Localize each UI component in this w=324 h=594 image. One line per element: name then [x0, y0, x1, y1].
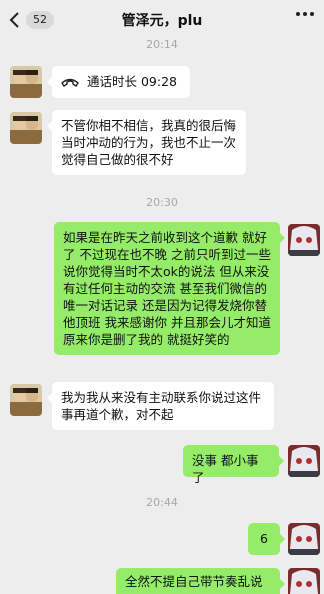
message-bubble[interactable]: 如果是在昨天之前收到这个道歉 就好了 不过现在也不晚 之前只听到过一些说你觉得当…	[54, 222, 285, 355]
self-avatar[interactable]	[288, 523, 320, 555]
message-bubble[interactable]: 6	[248, 523, 285, 555]
timestamp: 20:30	[146, 196, 178, 209]
message-bubble[interactable]: 没事 都小事了	[183, 445, 284, 485]
anime-avatar-image	[288, 523, 320, 555]
avatar[interactable]	[10, 112, 42, 144]
contact-avatar-image	[10, 112, 42, 144]
anime-avatar-image	[288, 568, 320, 594]
avatar[interactable]	[10, 66, 42, 98]
message-bubble[interactable]: 不管你相不相信，我真的很后悔当时冲动的行为，我也不止一次觉得自己做的很不好	[47, 110, 246, 175]
self-avatar[interactable]	[288, 568, 320, 594]
chat-title: 管泽元，plu	[121, 13, 203, 29]
anime-avatar-image	[288, 224, 320, 256]
call-duration-text: 通话时长 09:28	[87, 74, 177, 89]
chat-header: 52 管泽元，plu	[0, 0, 324, 36]
timestamp: 20:44	[146, 496, 178, 509]
call-record-bubble[interactable]: 通话时长 09:28	[47, 66, 190, 98]
self-avatar[interactable]	[288, 224, 320, 256]
anime-avatar-image	[288, 445, 320, 477]
self-avatar[interactable]	[288, 445, 320, 477]
contact-avatar-image	[10, 66, 42, 98]
contact-avatar-image	[10, 384, 42, 416]
message-bubble[interactable]: 全然不提自己带节奏乱说	[116, 568, 285, 594]
timestamp: 20:14	[146, 38, 178, 51]
avatar[interactable]	[10, 384, 42, 416]
message-bubble[interactable]: 我为我从来没有主动联系你说过这件事再道个歉，对不起	[47, 382, 274, 430]
phone-icon	[61, 78, 79, 87]
more-dots-icon[interactable]	[296, 12, 314, 16]
